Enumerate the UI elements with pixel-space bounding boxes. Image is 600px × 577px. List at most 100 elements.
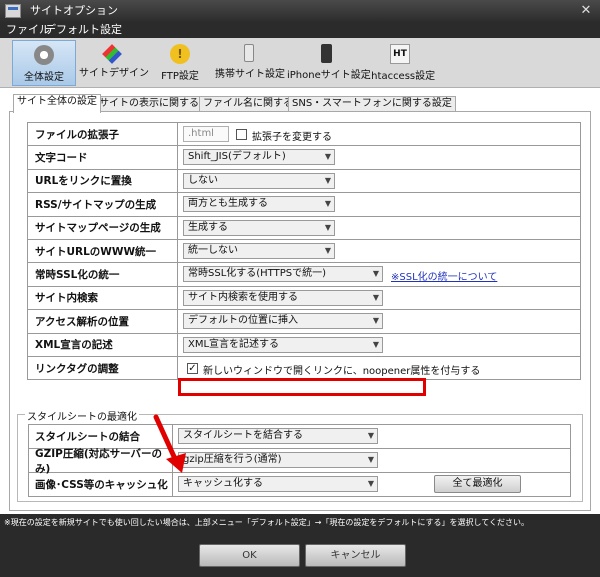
tool-iphone-settings[interactable]: iPhoneサイト設定: [287, 40, 371, 86]
noopener-checkbox[interactable]: ✓: [187, 362, 198, 374]
select-value: 両方とも生成する: [188, 198, 268, 210]
app-icon: [5, 4, 21, 18]
row-label: RSS/サイトマップの生成: [28, 193, 178, 216]
tab-site-wide[interactable]: サイト全体の設定: [13, 94, 101, 113]
tool-label: FTP設定: [161, 71, 199, 82]
rss-sitemap-select[interactable]: 両方とも生成する ▼: [183, 196, 335, 213]
palette-icon: [102, 44, 122, 64]
footer: ※現在の設定を新規サイトでも使い回したい場合は、上部メニュー「デフォルト設定」→…: [0, 514, 600, 577]
tool-general-settings[interactable]: 全体設定: [12, 40, 76, 86]
row-analytics-pos: アクセス解析の位置 デフォルトの位置に挿入 ▼: [28, 310, 580, 334]
cache-select[interactable]: キャッシュ化する ▼: [178, 476, 378, 492]
row-rss-sitemap: RSS/サイトマップの生成 両方とも生成する ▼: [28, 193, 580, 217]
tab-sns-smartphone[interactable]: SNS・スマートフォンに関する設定: [288, 96, 456, 112]
select-value: 生成する: [188, 221, 228, 233]
stylesheet-optimize-group: スタイルシートの最適化 スタイルシートの結合 スタイルシートを結合する ▼ GZI…: [17, 408, 583, 502]
row-url-link: URLをリンクに置換 しない ▼: [28, 169, 580, 194]
chevron-down-icon: ▼: [324, 222, 331, 232]
select-value: しない: [188, 174, 218, 186]
close-button[interactable]: ✕: [578, 3, 594, 19]
tool-label: iPhoneサイト設定: [287, 70, 371, 81]
row-label: ファイルの拡張子: [28, 123, 178, 146]
ssl-unify-select[interactable]: 常時SSL化する(HTTPSで統一) ▼: [183, 266, 383, 283]
chevron-down-icon: ▼: [367, 431, 374, 440]
row-label: サイト内検索: [28, 286, 178, 310]
tool-label: .htaccess設定: [368, 71, 436, 82]
mobile-phone-icon: [244, 44, 254, 62]
iphone-icon: [320, 44, 332, 63]
select-value: 統一しない: [188, 244, 238, 256]
row-label: 文字コード: [28, 146, 178, 169]
chevron-down-icon: ▼: [367, 455, 374, 464]
row-xml-decl: XML宣言の記述 XML宣言を記述する ▼: [28, 333, 580, 357]
chevron-down-icon: ▼: [324, 245, 331, 255]
chevron-down-icon: ▼: [372, 269, 379, 279]
row-label: 常時SSL化の統一: [28, 263, 178, 286]
chevron-down-icon: ▼: [372, 292, 379, 302]
tool-ftp-settings[interactable]: ! FTP設定: [150, 40, 210, 86]
tool-site-design[interactable]: サイトデザイン: [79, 40, 149, 86]
title-bar: サイトオプション ✕: [0, 0, 600, 22]
gzip-select[interactable]: gzip圧縮を行う(通常) ▼: [178, 452, 378, 468]
cancel-button[interactable]: キャンセル: [305, 544, 406, 567]
ok-button[interactable]: OK: [199, 544, 300, 567]
chevron-down-icon: ▼: [324, 152, 331, 162]
gear-icon: [34, 45, 54, 65]
tool-label: 携帯サイト設定: [215, 69, 285, 80]
xml-decl-select[interactable]: XML宣言を記述する ▼: [183, 336, 383, 353]
highlight-box: [178, 378, 426, 396]
www-unify-select[interactable]: 統一しない ▼: [183, 242, 335, 259]
file-ext-input[interactable]: .html: [183, 126, 229, 142]
url-link-select[interactable]: しない ▼: [183, 172, 335, 189]
chevron-down-icon: ▼: [367, 479, 374, 488]
select-value: サイト内検索を使用する: [188, 291, 298, 303]
row-label: URLをリンクに置換: [28, 169, 178, 193]
row-label: XML宣言の記述: [28, 333, 178, 356]
select-value: gzip圧縮を行う(通常): [183, 454, 282, 465]
stylesheet-select[interactable]: スタイルシートを結合する ▼: [178, 428, 378, 444]
footer-note: ※現在の設定を新規サイトでも使い回したい場合は、上部メニュー「デフォルト設定」→…: [4, 518, 529, 527]
htaccess-icon: HT: [390, 44, 410, 64]
chevron-down-icon: ▼: [324, 175, 331, 185]
window-title: サイトオプション: [30, 4, 118, 17]
row-label: リンクタグの調整: [28, 356, 178, 380]
row-charset: 文字コード Shift_JIS(デフォルト) ▼: [28, 146, 580, 170]
row-gzip: GZIP圧縮(対応サーバーのみ) gzip圧縮を行う(通常) ▼: [29, 448, 570, 475]
optimize-table: スタイルシートの結合 スタイルシートを結合する ▼ GZIP圧縮(対応サーバーのみ…: [28, 424, 571, 497]
red-arrow-icon: [153, 414, 186, 473]
tool-label: 全体設定: [24, 72, 64, 83]
site-search-select[interactable]: サイト内検索を使用する ▼: [183, 289, 383, 306]
select-value: キャッシュ化する: [183, 478, 263, 489]
row-www-unify: サイトURLのWWW統一 統一しない ▼: [28, 239, 580, 264]
row-sitemap-page: サイトマップページの生成 生成する ▼: [28, 216, 580, 240]
select-value: スタイルシートを結合する: [183, 430, 303, 441]
menu-default-settings[interactable]: デフォルト設定: [45, 22, 122, 38]
row-label: アクセス解析の位置: [28, 310, 178, 333]
row-cache: 画像･CSS等のキャッシュ化 キャッシュ化する ▼ 全て最適化: [29, 473, 570, 497]
analytics-pos-select[interactable]: デフォルトの位置に挿入 ▼: [183, 313, 383, 330]
noopener-label: 新しいウィンドウで開くリンクに、noopener属性を付与する: [203, 365, 481, 377]
select-value: 常時SSL化する(HTTPSで統一): [188, 268, 327, 280]
ssl-info-link[interactable]: ※SSL化の統一について: [391, 268, 497, 283]
menu-bar: ファイル デフォルト設定: [0, 22, 600, 38]
row-site-search: サイト内検索 サイト内検索を使用する ▼: [28, 286, 580, 311]
row-label: 画像･CSS等のキャッシュ化: [29, 473, 173, 496]
change-ext-checkbox[interactable]: [236, 129, 247, 140]
charset-select[interactable]: Shift_JIS(デフォルト) ▼: [183, 149, 335, 166]
row-label: サイトマップページの生成: [28, 216, 178, 239]
menu-file[interactable]: ファイル: [6, 22, 50, 38]
tool-mobile-settings[interactable]: 携帯サイト設定: [215, 40, 285, 86]
select-value: Shift_JIS(デフォルト): [188, 151, 286, 163]
row-ssl-unify: 常時SSL化の統一 常時SSL化する(HTTPSで統一) ▼ ※SSL化の統一につ…: [28, 263, 580, 287]
tool-htaccess-settings[interactable]: HT .htaccess設定: [368, 40, 436, 86]
ftp-icon: !: [170, 44, 190, 64]
chevron-down-icon: ▼: [372, 339, 379, 349]
settings-content: サイト全体の設定 サイトの表示に関する設定 ファイル名に関する設定 SNS・スマ…: [6, 94, 594, 514]
tab-panel: ファイルの拡張子 .html 拡張子を変更する 文字コード Shift_JIS(…: [9, 111, 591, 511]
optimize-all-button[interactable]: 全て最適化: [434, 475, 521, 493]
row-link-tag: リンクタグの調整 ✓ 新しいウィンドウで開くリンクに、noopener属性を付与…: [28, 356, 580, 381]
tool-label: サイトデザイン: [79, 68, 149, 79]
group-legend: スタイルシートの最適化: [25, 408, 139, 423]
settings-table: ファイルの拡張子 .html 拡張子を変更する 文字コード Shift_JIS(…: [27, 122, 581, 381]
sitemap-page-select[interactable]: 生成する ▼: [183, 219, 335, 236]
